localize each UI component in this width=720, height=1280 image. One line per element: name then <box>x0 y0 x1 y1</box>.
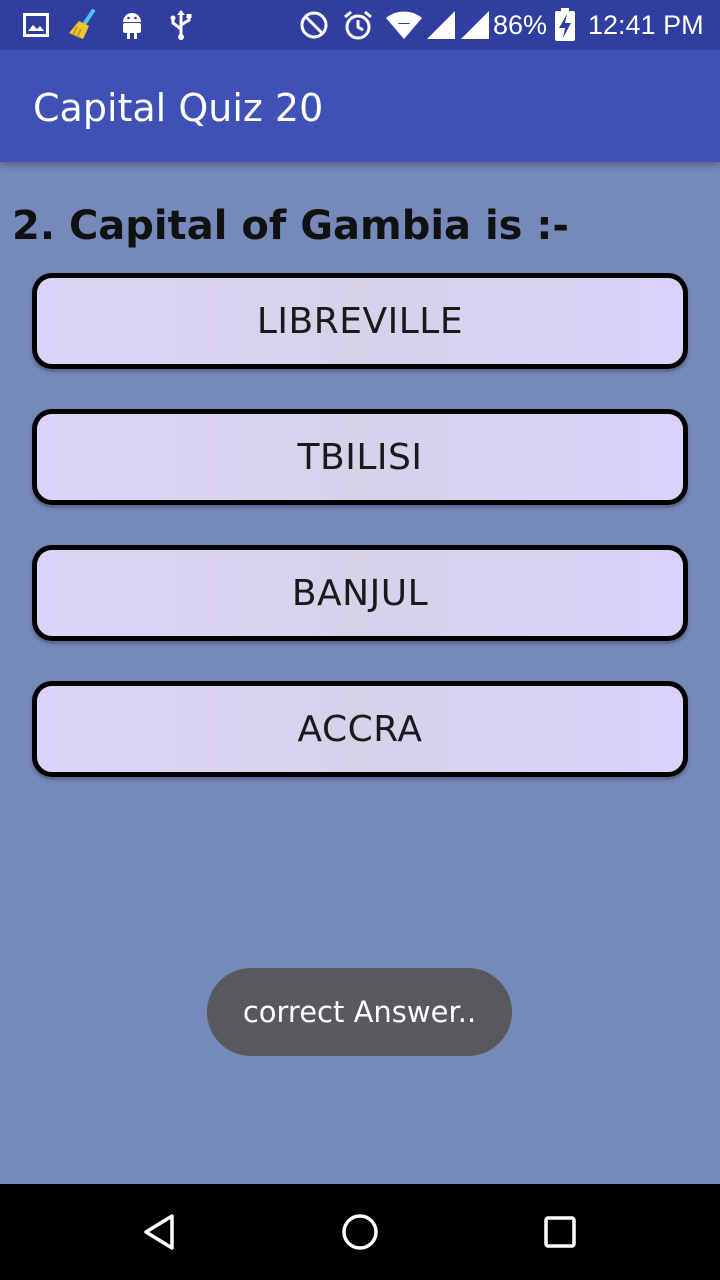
option-button-1[interactable]: LIBREVILLE <box>32 273 688 369</box>
answer-options: LIBREVILLE TBILISI BANJUL ACCRA <box>32 273 688 817</box>
battery-percentage: 86% <box>493 10 548 40</box>
app-bar: Capital Quiz 20 <box>0 50 720 162</box>
navigation-bar <box>0 1184 720 1280</box>
back-icon[interactable] <box>136 1208 184 1256</box>
toast-message: correct Answer.. <box>207 968 512 1056</box>
option-button-3[interactable]: BANJUL <box>32 545 688 641</box>
usb-icon <box>168 8 194 42</box>
do-not-disturb-icon <box>298 8 330 42</box>
signal-icon <box>424 8 458 42</box>
option-button-4[interactable]: ACCRA <box>32 681 688 777</box>
cleaner-icon <box>66 8 100 42</box>
option-label: TBILISI <box>297 436 423 478</box>
option-label: LIBREVILLE <box>256 300 464 342</box>
question-text: 2. Capital of Gambia is :- <box>12 203 570 249</box>
wifi-icon <box>384 8 424 42</box>
status-bar: 86% 12:41 PM <box>0 0 720 50</box>
option-label: BANJUL <box>291 572 429 614</box>
android-icon <box>118 8 146 42</box>
option-button-2[interactable]: TBILISI <box>32 409 688 505</box>
recents-icon[interactable] <box>536 1208 584 1256</box>
clock: 12:41 PM <box>588 10 704 40</box>
battery-charging-icon <box>553 8 577 42</box>
toast-text: correct Answer.. <box>242 995 477 1029</box>
app-title: Capital Quiz 20 <box>33 86 324 130</box>
home-icon[interactable] <box>336 1208 384 1256</box>
gallery-icon <box>22 8 50 42</box>
option-label: ACCRA <box>297 708 423 750</box>
alarm-icon <box>342 8 374 42</box>
signal-icon <box>458 8 492 42</box>
